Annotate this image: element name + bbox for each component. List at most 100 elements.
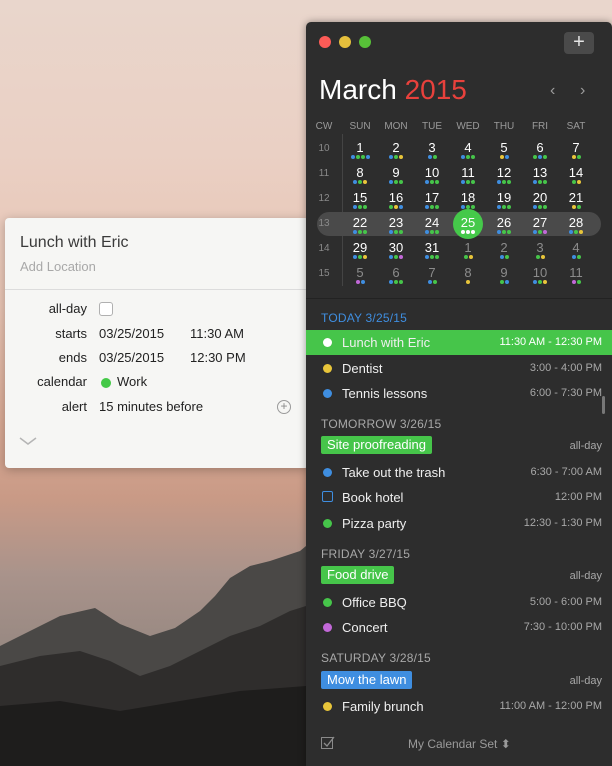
event-pizza-party[interactable]: Pizza party 12:30 - 1:30 PM [306, 511, 612, 536]
day-cell[interactable]: 6 [378, 265, 414, 280]
event-dot [502, 180, 506, 184]
day-cell[interactable]: 15 [342, 190, 378, 205]
day-cell[interactable]: 11 [558, 265, 594, 280]
event-dot [435, 255, 439, 259]
ends-label: ends [58, 350, 87, 365]
day-cell[interactable]: 10 [414, 165, 450, 180]
event-dots [342, 255, 378, 259]
day-cell[interactable]: 29 [342, 240, 378, 255]
event-take-out-trash[interactable]: Take out the trash 6:30 - 7:00 AM [306, 460, 612, 485]
event-food-drive[interactable]: Food drive all-day [306, 564, 612, 589]
ends-time[interactable]: 12:30 PM [190, 350, 246, 365]
chevron-left-icon[interactable]: ‹ [550, 82, 555, 100]
week-number: 15 [318, 268, 330, 279]
minimize-button[interactable] [339, 36, 351, 48]
event-name: Mow the lawn [321, 671, 413, 689]
agenda-scrollbar[interactable] [602, 396, 605, 414]
day-cell[interactable]: 8 [450, 265, 486, 280]
day-cell[interactable]: 17 [414, 190, 450, 205]
day-cell[interactable]: 1 [342, 140, 378, 155]
event-mow-the-lawn[interactable]: Mow the lawn all-day [306, 669, 612, 694]
day-cell[interactable]: 19 [486, 190, 522, 205]
day-cell[interactable]: 31 [414, 240, 450, 255]
event-book-hotel[interactable]: Book hotel 12:00 PM [306, 485, 612, 510]
day-cell[interactable]: 10 [522, 265, 558, 280]
day-cell[interactable]: 7 [558, 140, 594, 155]
event-dot [427, 155, 432, 159]
day-cell[interactable]: 1 [450, 240, 486, 255]
event-dot [399, 230, 403, 234]
event-dot [576, 155, 581, 159]
day-cell[interactable]: 4 [558, 240, 594, 255]
event-dentist[interactable]: Dentist 3:00 - 4:00 PM [306, 356, 612, 381]
day-cell[interactable]: 16 [378, 190, 414, 205]
day-cell[interactable]: 13 [522, 165, 558, 180]
event-dot [399, 155, 403, 159]
day-cell[interactable]: 28 [558, 215, 594, 230]
zoom-button[interactable] [359, 36, 371, 48]
event-title[interactable]: Lunch with Eric [20, 234, 129, 252]
event-dot [461, 180, 465, 184]
day-cell[interactable]: 2 [486, 240, 522, 255]
event-concert[interactable]: Concert 7:30 - 10:00 PM [306, 615, 612, 640]
day-cell[interactable]: 18 [450, 190, 486, 205]
add-event-button[interactable]: + [564, 32, 594, 54]
day-cell[interactable]: 4 [450, 140, 486, 155]
weekday-header-sat: SAT [566, 121, 586, 132]
starts-date[interactable]: 03/25/2015 [99, 326, 164, 341]
day-cell[interactable]: 23 [378, 215, 414, 230]
event-lunch-with-eric[interactable]: Lunch with Eric 11:30 AM - 12:30 PM [306, 330, 612, 355]
event-dot [538, 230, 542, 234]
event-office-bbq[interactable]: Office BBQ 5:00 - 6:00 PM [306, 590, 612, 615]
alert-value[interactable]: 15 minutes before [99, 399, 203, 414]
event-name: Concert [342, 620, 388, 635]
day-cell[interactable]: 25 [450, 215, 486, 230]
reminders-check-icon[interactable] [321, 736, 335, 750]
allday-checkbox[interactable] [99, 302, 113, 316]
add-alert-icon[interactable]: + [277, 400, 291, 414]
day-cell[interactable]: 21 [558, 190, 594, 205]
day-cell[interactable]: 11 [450, 165, 486, 180]
chevron-right-icon[interactable]: › [580, 82, 585, 100]
todo-checkbox-icon[interactable] [322, 491, 333, 502]
weekday-header-thu: THU [493, 121, 515, 132]
day-cell[interactable]: 30 [378, 240, 414, 255]
starts-time[interactable]: 11:30 AM [190, 326, 244, 341]
day-cell[interactable]: 2 [378, 140, 414, 155]
calendar-set-selector[interactable]: My Calendar Set ⬍ [408, 737, 511, 751]
event-dot [507, 180, 511, 184]
calendar-value[interactable]: Work [117, 374, 147, 389]
event-dot [471, 180, 475, 184]
day-cell[interactable]: 5 [342, 265, 378, 280]
day-cell[interactable]: 9 [378, 165, 414, 180]
day-cell[interactable]: 26 [486, 215, 522, 230]
location-field[interactable]: Add Location [20, 259, 96, 274]
event-dot [430, 180, 434, 184]
day-cell[interactable]: 8 [342, 165, 378, 180]
day-cell[interactable]: 22 [342, 215, 378, 230]
day-cell[interactable]: 5 [486, 140, 522, 155]
day-cell[interactable]: 3 [522, 240, 558, 255]
chevron-down-icon[interactable] [19, 436, 37, 446]
event-dots [342, 180, 378, 184]
day-cell[interactable]: 14 [558, 165, 594, 180]
day-cell[interactable]: 9 [486, 265, 522, 280]
event-color-dot [323, 702, 332, 711]
event-tennis-lessons[interactable]: Tennis lessons 6:00 - 7:30 PM [306, 381, 612, 406]
week-number: 10 [318, 143, 330, 154]
day-cell[interactable]: 6 [522, 140, 558, 155]
event-dot [389, 280, 393, 284]
day-cell[interactable]: 12 [486, 165, 522, 180]
event-site-proofreading[interactable]: Site proofreading all-day [306, 434, 612, 459]
ends-date[interactable]: 03/25/2015 [99, 350, 164, 365]
day-cell[interactable]: 3 [414, 140, 450, 155]
week-number: 11 [318, 168, 330, 179]
day-cell[interactable]: 7 [414, 265, 450, 280]
day-cell[interactable]: 24 [414, 215, 450, 230]
day-cell[interactable]: 27 [522, 215, 558, 230]
event-dot [394, 180, 398, 184]
day-cell[interactable]: 20 [522, 190, 558, 205]
close-button[interactable] [319, 36, 331, 48]
event-family-brunch[interactable]: Family brunch 11:00 AM - 12:00 PM [306, 694, 612, 719]
event-dot [394, 205, 398, 209]
